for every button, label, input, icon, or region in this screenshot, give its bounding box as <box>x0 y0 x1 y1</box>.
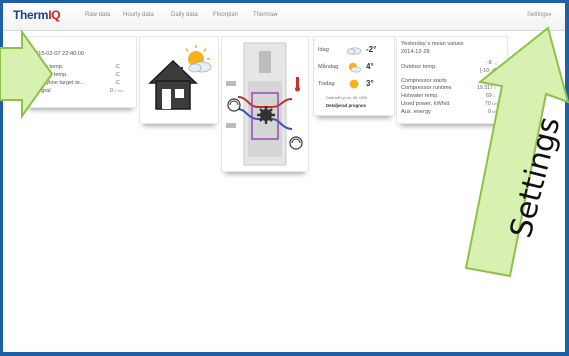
forecast-temp-tuesday: 3° <box>366 79 374 88</box>
forecast-day-monday: Måndag <box>318 64 339 70</box>
forecast-day-today: Idag <box>318 47 329 53</box>
heatpump-diagram <box>226 42 303 166</box>
forecast-day-tuesday: Tisdag <box>318 81 335 87</box>
forecast-detail-link[interactable]: Detaljerad prognos <box>326 103 366 108</box>
means-label-outdoor: Outdoor temp. <box>401 64 437 70</box>
means-label-runtime: Compressor runtime <box>401 85 452 91</box>
nav-daily-data[interactable]: Daily data <box>171 12 198 18</box>
thermometer-icon <box>295 77 300 92</box>
cloud-icon <box>346 47 362 55</box>
means-label-starts: Compressor starts <box>401 78 447 84</box>
forecast-temp-today: -2° <box>366 45 377 54</box>
brand-logo[interactable]: ThermIQ <box>13 8 61 22</box>
nav-raw-data[interactable]: Raw data <box>85 12 110 18</box>
nav-settings-menu[interactable]: Settings▾ <box>527 12 551 18</box>
nav-thermia-menu[interactable]: Thermia▾ <box>253 12 278 18</box>
status-unit-outdoor: C <box>116 72 120 78</box>
brand-text-primary: Therm <box>13 8 49 22</box>
chevron-down-icon: ▾ <box>275 12 278 18</box>
nav-floorplan[interactable]: Floorplan <box>213 12 238 18</box>
house-card[interactable] <box>139 36 219 124</box>
means-label-hotwater: Hotwater temp. <box>401 93 439 99</box>
forecast-source: Data från yr.no, Mt. NRK <box>326 96 368 100</box>
means-date: 2014-12-28 <box>401 49 430 55</box>
nav-thermia-label: Thermia <box>253 12 276 18</box>
left-callout-arrow <box>0 30 54 120</box>
chevron-down-icon: ▾ <box>548 12 552 18</box>
means-label-aux: Aux. energy <box>401 109 431 115</box>
hotwater-tank <box>259 51 271 73</box>
forecast-temp-monday: 4° <box>366 62 374 71</box>
house-sun-icon <box>148 45 212 110</box>
heatpump-card[interactable] <box>221 36 309 172</box>
sun-cloud-icon <box>348 62 362 73</box>
nav-settings-label: Settings <box>527 12 549 18</box>
brand-text-accent: IQ <box>48 8 61 22</box>
status-unit-indoor: C <box>116 64 120 70</box>
status-value-integral: 0 <box>110 88 113 94</box>
status-unit-integral: C*min <box>114 89 124 93</box>
status-unit-supplyline: C <box>116 80 120 86</box>
nav-hourly-data[interactable]: Hourly data <box>123 12 154 18</box>
forecast-card: Idag -2° Måndag 4° Tisdag 3° Data från y… <box>313 36 395 116</box>
sun-icon <box>349 79 359 89</box>
means-label-power: Used power, kWh/d <box>401 101 450 107</box>
